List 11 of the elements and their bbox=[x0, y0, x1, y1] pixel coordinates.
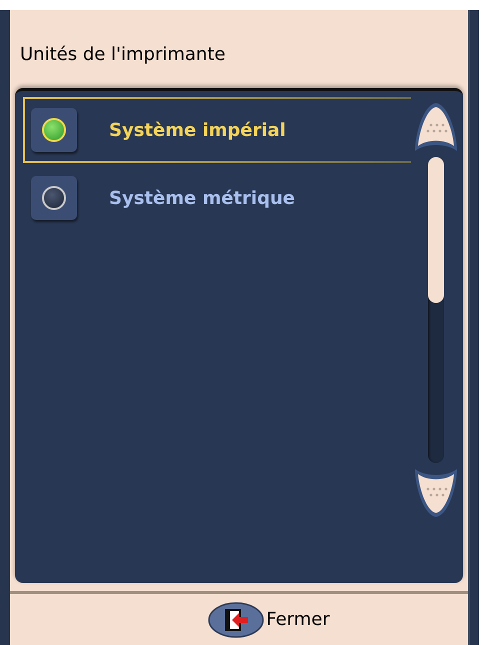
radio-button[interactable] bbox=[31, 108, 77, 152]
scrollbar-thumb[interactable] bbox=[428, 157, 444, 303]
option-label: Système impérial bbox=[109, 120, 286, 140]
option-row[interactable]: Système impérial bbox=[23, 97, 411, 163]
window-title: Unités de l'imprimante bbox=[20, 44, 226, 66]
close-button[interactable]: Fermer bbox=[208, 602, 330, 638]
option-row[interactable]: Système métrique bbox=[23, 165, 411, 231]
scrollbar-track[interactable] bbox=[428, 157, 444, 463]
option-label: Système métrique bbox=[109, 188, 295, 208]
exit-door-icon bbox=[208, 602, 264, 638]
radio-button[interactable] bbox=[31, 176, 77, 220]
